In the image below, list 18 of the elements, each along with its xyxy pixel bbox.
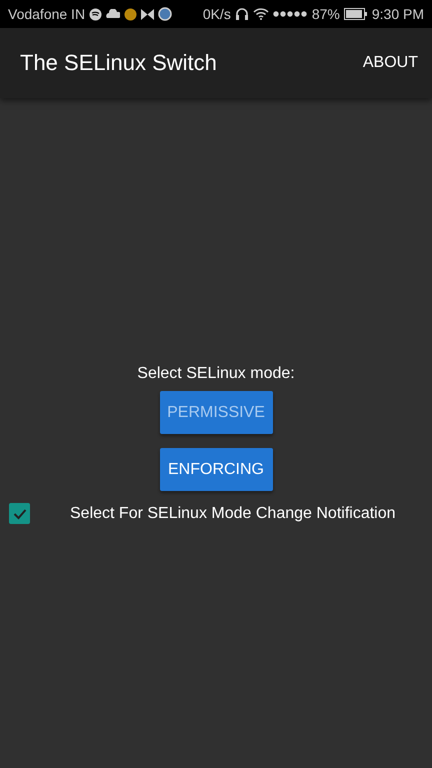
app-title: The SELinux Switch [20, 50, 218, 76]
headphones-icon [234, 7, 249, 21]
mode-button[interactable]: ENFORCING [160, 448, 272, 491]
battery-percent: 87% [312, 6, 340, 22]
cloud-icon [106, 9, 120, 19]
clock-time: 9:30 PM [372, 6, 424, 22]
about-button[interactable]: ABOUT [358, 50, 422, 76]
music-app-icon [89, 8, 102, 20]
battery-icon [344, 8, 368, 20]
checkbox-label: Select For SELinux Mode Change Notification [70, 504, 396, 522]
notification-checkbox[interactable] [9, 503, 30, 524]
checkmark-icon [12, 508, 26, 520]
carrier-name: Vodafone IN [8, 6, 86, 22]
mode-prompt: Select SELinux mode: [137, 365, 295, 383]
bowtie-icon [141, 8, 154, 20]
network-speed: 0K/s [202, 6, 231, 22]
wifi-icon [252, 8, 269, 20]
signal-icon [272, 11, 308, 17]
